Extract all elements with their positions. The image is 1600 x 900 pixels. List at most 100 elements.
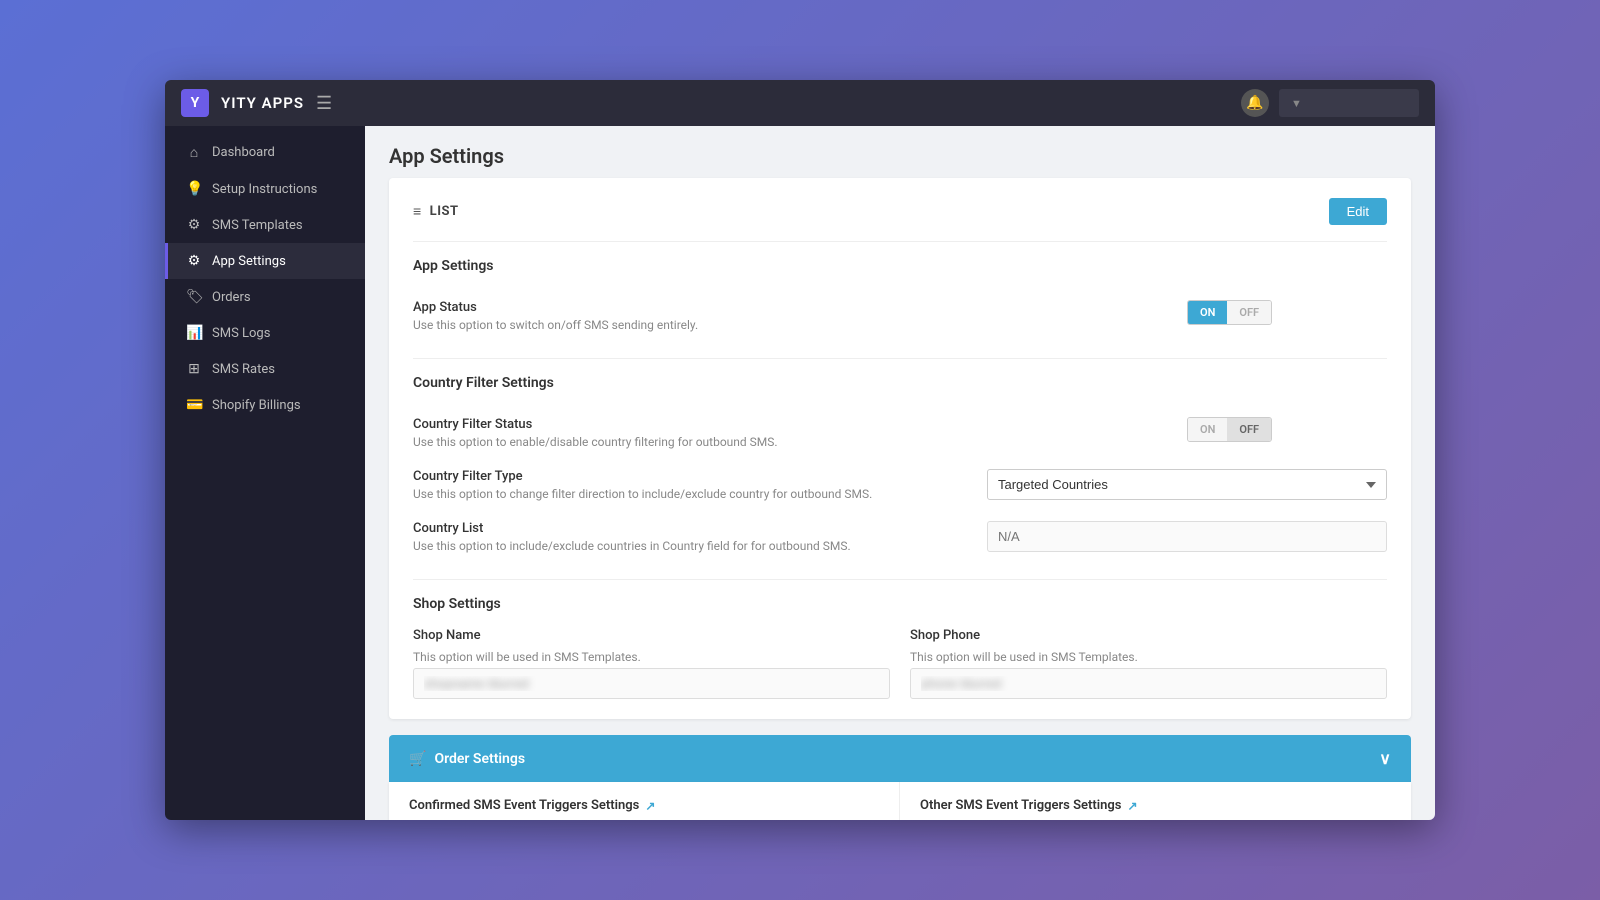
confirmed-triggers-label: Confirmed SMS Event Triggers Settings [409, 798, 639, 813]
shop-name-field: Shop Name This option will be used in SM… [413, 628, 890, 699]
country-filter-toggle[interactable]: ON OFF [1187, 417, 1272, 442]
sidebar-item-label: SMS Logs [212, 326, 270, 341]
content-area: App Settings ≡ LIST Edit App Settings [365, 126, 1435, 820]
lightbulb-icon: 💡 [186, 181, 202, 197]
section-divider-3 [413, 579, 1387, 580]
hamburger-icon[interactable]: ☰ [316, 93, 332, 114]
chart-icon: 📊 [186, 325, 202, 341]
sidebar-item-app-settings[interactable]: ⚙ App Settings [165, 243, 365, 279]
external-link-icon-2[interactable]: ↗ [1127, 799, 1137, 813]
country-filter-section-title: Country Filter Settings [413, 375, 1387, 391]
country-filter-status-label: Country Filter Status [413, 417, 778, 432]
country-list-desc: Use this option to include/exclude count… [413, 539, 851, 553]
edit-button[interactable]: Edit [1329, 198, 1387, 225]
shop-settings-section-title: Shop Settings [413, 596, 1387, 612]
shop-phone-input[interactable] [910, 668, 1387, 699]
sidebar-item-label: SMS Templates [212, 218, 303, 233]
bell-icon[interactable]: 🔔 [1241, 89, 1269, 117]
country-filter-type-select[interactable]: Targeted Countries Excluded Countries [987, 469, 1387, 500]
section-divider-2 [413, 358, 1387, 359]
toggle-off-active-label[interactable]: OFF [1227, 418, 1271, 441]
sidebar-item-label: Dashboard [212, 145, 275, 160]
sidebar-item-orders[interactable]: 🏷 Orders [165, 279, 365, 315]
dashboard-icon: ⌂ [186, 144, 202, 161]
country-filter-status-field: Country Filter Status Use this option to… [413, 407, 1387, 459]
sidebar-item-label: App Settings [212, 254, 286, 269]
app-title: YITY APPS [221, 94, 304, 112]
order-settings-container: 🛒 Order Settings ∨ Confirmed SMS Event T… [389, 735, 1411, 820]
app-status-label-group: App Status Use this option to switch on/… [413, 300, 698, 332]
app-settings-section-title: App Settings [413, 258, 1387, 274]
country-filter-type-control: Targeted Countries Excluded Countries [987, 469, 1387, 500]
list-icon: ≡ [413, 203, 422, 220]
country-filter-status-desc: Use this option to enable/disable countr… [413, 435, 778, 449]
other-triggers-col: Other SMS Event Triggers Settings ↗ Orde… [900, 782, 1411, 820]
country-filter-type-field: Country Filter Type Use this option to c… [413, 459, 1387, 511]
app-status-field: App Status Use this option to switch on/… [413, 290, 1387, 342]
list-label: LIST [430, 204, 459, 219]
order-settings-header[interactable]: 🛒 Order Settings ∨ [389, 735, 1411, 782]
country-filter-type-label: Country Filter Type [413, 469, 872, 484]
sidebar-item-setup-instructions[interactable]: 💡 Setup Instructions [165, 171, 365, 207]
toggle-on-inactive-label[interactable]: ON [1188, 418, 1227, 441]
settings-icon: ⚙ [186, 253, 202, 269]
country-list-label-group: Country List Use this option to include/… [413, 521, 851, 553]
list-card-header: ≡ LIST Edit [413, 198, 1387, 225]
app-status-desc: Use this option to switch on/off SMS sen… [413, 318, 698, 332]
shop-phone-desc: This option will be used in SMS Template… [910, 650, 1370, 664]
other-triggers-title: Other SMS Event Triggers Settings ↗ [920, 798, 1391, 813]
sidebar-item-label: SMS Rates [212, 362, 275, 377]
order-settings-title-group: 🛒 Order Settings [409, 751, 525, 767]
sidebar: ⌂ Dashboard 💡 Setup Instructions ⚙ SMS T… [165, 126, 365, 820]
chevron-down-icon[interactable]: ∨ [1379, 749, 1391, 768]
app-status-toggle[interactable]: ON OFF [1187, 300, 1272, 325]
card-icon: 💳 [186, 397, 202, 413]
logo-icon: Y [181, 89, 209, 117]
confirmed-triggers-col: Confirmed SMS Event Triggers Settings ↗ … [389, 782, 900, 820]
country-filter-type-desc: Use this option to change filter directi… [413, 487, 872, 501]
list-card: ≡ LIST Edit App Settings App Status Use … [389, 178, 1411, 719]
sidebar-item-shopify-billings[interactable]: 💳 Shopify Billings [165, 387, 365, 423]
country-filter-type-label-group: Country Filter Type Use this option to c… [413, 469, 872, 501]
order-settings-title: Order Settings [434, 751, 525, 767]
order-settings-body: Confirmed SMS Event Triggers Settings ↗ … [389, 782, 1411, 820]
navbar: Y YITY APPS ☰ 🔔 ▼ [165, 80, 1435, 126]
grid-icon: ⊞ [186, 361, 202, 377]
list-title: ≡ LIST [413, 203, 459, 220]
country-list-control [987, 521, 1387, 552]
other-triggers-label: Other SMS Event Triggers Settings [920, 798, 1121, 813]
user-dropdown[interactable]: ▼ [1279, 89, 1419, 117]
event-triggers-grid: Confirmed SMS Event Triggers Settings ↗ … [389, 782, 1411, 820]
shop-phone-label: Shop Phone [910, 628, 1387, 643]
external-link-icon[interactable]: ↗ [645, 799, 655, 813]
sidebar-item-sms-templates[interactable]: ⚙ SMS Templates [165, 207, 365, 243]
orders-icon: 🏷 [186, 289, 202, 305]
shop-settings-grid: Shop Name This option will be used in SM… [413, 628, 1387, 699]
shop-phone-field: Shop Phone This option will be used in S… [910, 628, 1387, 699]
sidebar-item-label: Setup Instructions [212, 182, 317, 197]
navbar-right: 🔔 ▼ [1241, 89, 1419, 117]
section-divider [413, 241, 1387, 242]
country-list-input[interactable] [987, 521, 1387, 552]
country-filter-status-control: ON OFF [1187, 417, 1387, 442]
gear-icon: ⚙ [186, 217, 202, 233]
main-layout: ⌂ Dashboard 💡 Setup Instructions ⚙ SMS T… [165, 126, 1435, 820]
toggle-on-label[interactable]: ON [1188, 301, 1227, 324]
country-list-field: Country List Use this option to include/… [413, 511, 1387, 563]
app-status-control: ON OFF [1187, 300, 1387, 325]
shop-name-desc: This option will be used in SMS Template… [413, 650, 873, 664]
sidebar-item-dashboard[interactable]: ⌂ Dashboard [165, 134, 365, 171]
country-list-label: Country List [413, 521, 851, 536]
sidebar-item-label: Orders [212, 290, 251, 305]
sidebar-item-sms-logs[interactable]: 📊 SMS Logs [165, 315, 365, 351]
shop-name-input[interactable] [413, 668, 890, 699]
toggle-off-label[interactable]: OFF [1227, 301, 1271, 324]
content-body: ≡ LIST Edit App Settings App Status Use … [365, 178, 1435, 820]
shop-name-label: Shop Name [413, 628, 890, 643]
cart-icon: 🛒 [409, 751, 426, 767]
confirmed-triggers-title: Confirmed SMS Event Triggers Settings ↗ [409, 798, 879, 813]
app-status-label: App Status [413, 300, 698, 315]
sidebar-item-sms-rates[interactable]: ⊞ SMS Rates [165, 351, 365, 387]
country-filter-status-label-group: Country Filter Status Use this option to… [413, 417, 778, 449]
navbar-left: Y YITY APPS ☰ [181, 89, 332, 117]
